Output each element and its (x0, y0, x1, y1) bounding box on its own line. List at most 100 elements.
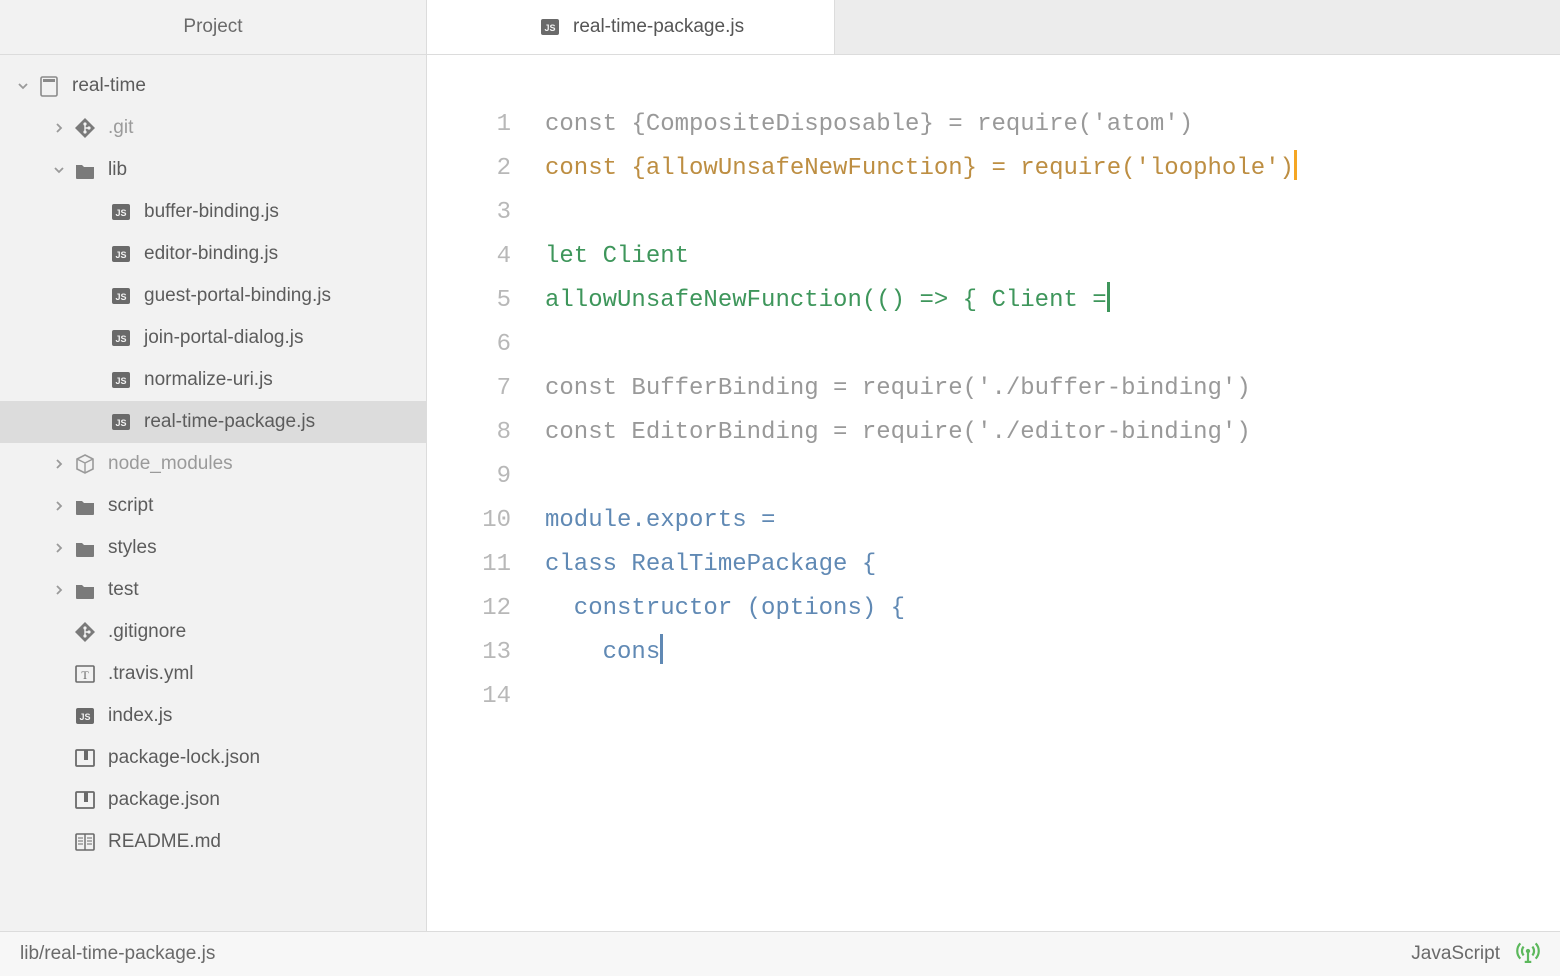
tree-item-label: .git (108, 107, 133, 149)
code-line[interactable] (545, 455, 1560, 499)
tree-item-label: real-time-package.js (144, 401, 315, 443)
line-number: 9 (427, 455, 511, 499)
tree-item[interactable]: test (0, 569, 426, 611)
remote-cursor (1107, 282, 1110, 312)
line-number-gutter: 1234567891011121314 (427, 103, 545, 931)
remote-cursor (660, 634, 663, 664)
code-token: const {CompositeDisposable} = require('a… (545, 111, 1193, 138)
code-token: allowUnsafeNewFunction(() => { Client = (545, 287, 1107, 314)
code-line[interactable]: module.exports = (545, 499, 1560, 543)
line-number: 2 (427, 147, 511, 191)
line-number: 1 (427, 103, 511, 147)
js-icon (537, 14, 563, 40)
code-token: let Client (545, 243, 689, 270)
js-icon (108, 367, 134, 393)
line-number: 13 (427, 631, 511, 675)
npm-icon (72, 745, 98, 771)
js-icon (108, 325, 134, 351)
code-token: const EditorBinding = require('./editor-… (545, 419, 1251, 446)
tree-item[interactable]: normalize-uri.js (0, 359, 426, 401)
code-line[interactable]: cons (545, 631, 1560, 675)
tab-bar[interactable]: real-time-package.js (427, 0, 1560, 55)
tree-item-label: package-lock.json (108, 737, 260, 779)
tree-item[interactable]: package.json (0, 779, 426, 821)
tree-item-label: buffer-binding.js (144, 191, 279, 233)
tree-item[interactable]: join-portal-dialog.js (0, 317, 426, 359)
code-line[interactable]: constructor (options) { (545, 587, 1560, 631)
tree-item-label: guest-portal-binding.js (144, 275, 331, 317)
tree-item[interactable]: package-lock.json (0, 737, 426, 779)
code-line[interactable]: const {CompositeDisposable} = require('a… (545, 103, 1560, 147)
git-icon (72, 115, 98, 141)
code-token: const {allowUnsafeNewFunction} = require… (545, 155, 1294, 182)
tree-item[interactable]: .travis.yml (0, 653, 426, 695)
code-token: constructor (options) { (545, 595, 905, 622)
js-icon (72, 703, 98, 729)
code-line[interactable] (545, 191, 1560, 235)
tree-item-label: package.json (108, 779, 220, 821)
teletype-antenna-icon[interactable] (1516, 939, 1540, 969)
tree-item[interactable]: real-time (0, 65, 426, 107)
tree-item[interactable]: node_modules (0, 443, 426, 485)
project-tree[interactable]: real-time.gitlib buffer-binding.jseditor-… (0, 55, 426, 931)
tree-item[interactable]: script (0, 485, 426, 527)
code-token: const BufferBinding = require('./buffer-… (545, 375, 1251, 402)
project-sidebar: Project real-time.gitlibbuffer-binding.j… (0, 0, 427, 931)
code-line[interactable]: const BufferBinding = require('./buffer-… (545, 367, 1560, 411)
chevron-right-icon[interactable] (52, 585, 66, 595)
tree-item[interactable]: .gitignore (0, 611, 426, 653)
tree-item[interactable]: real-time-package.js (0, 401, 426, 443)
chevron-right-icon[interactable] (52, 459, 66, 469)
status-file-path[interactable]: lib/real-time-package.js (20, 943, 215, 965)
line-number: 12 (427, 587, 511, 631)
code-line[interactable] (545, 675, 1560, 719)
tree-item[interactable]: guest-portal-binding.js (0, 275, 426, 317)
chevron-right-icon[interactable] (52, 501, 66, 511)
code-lines[interactable]: const {CompositeDisposable} = require('a… (545, 103, 1560, 931)
chevron-down-icon[interactable] (16, 81, 30, 91)
code-line[interactable]: class RealTimePackage { (545, 543, 1560, 587)
line-number: 4 (427, 235, 511, 279)
tree-item-label: lib (108, 149, 127, 191)
npm-icon (72, 787, 98, 813)
tree-item-label: join-portal-dialog.js (144, 317, 303, 359)
js-icon (108, 409, 134, 435)
status-grammar[interactable]: JavaScript (1411, 943, 1500, 965)
code-line[interactable]: allowUnsafeNewFunction(() => { Client = (545, 279, 1560, 323)
chevron-down-icon[interactable] (52, 165, 66, 175)
chevron-right-icon[interactable] (52, 123, 66, 133)
code-line[interactable]: const {allowUnsafeNewFunction} = require… (545, 147, 1560, 191)
tree-item-label: normalize-uri.js (144, 359, 273, 401)
tree-item-label: .gitignore (108, 611, 186, 653)
chevron-right-icon[interactable] (52, 543, 66, 553)
repo-icon (36, 73, 62, 99)
tree-item-label: .travis.yml (108, 653, 194, 695)
code-line[interactable]: let Client (545, 235, 1560, 279)
code-line[interactable]: const EditorBinding = require('./editor-… (545, 411, 1560, 455)
code-line[interactable] (545, 323, 1560, 367)
tree-item[interactable]: lib (0, 149, 426, 191)
tree-item[interactable]: editor-binding.js (0, 233, 426, 275)
tree-item[interactable]: index.js (0, 695, 426, 737)
tree-item-label: test (108, 569, 139, 611)
code-area[interactable]: 1234567891011121314 const {CompositeDisp… (427, 55, 1560, 931)
line-number: 3 (427, 191, 511, 235)
folder-icon (72, 493, 98, 519)
code-token: cons (545, 639, 660, 666)
tree-item[interactable]: buffer-binding.js (0, 191, 426, 233)
main-area: Project real-time.gitlibbuffer-binding.j… (0, 0, 1560, 931)
editor-tab[interactable]: real-time-package.js (427, 0, 835, 54)
tree-item[interactable]: README.md (0, 821, 426, 863)
tree-item-label: real-time (72, 65, 146, 107)
tree-item-label: editor-binding.js (144, 233, 278, 275)
travis-icon (72, 661, 98, 687)
js-icon (108, 241, 134, 267)
status-bar: lib/real-time-package.js JavaScript (0, 931, 1560, 976)
tree-item[interactable]: styles (0, 527, 426, 569)
tree-item[interactable]: .git (0, 107, 426, 149)
tree-item-label: README.md (108, 821, 221, 863)
code-token: module.exports = (545, 507, 775, 534)
line-number: 14 (427, 675, 511, 719)
folder-icon (72, 577, 98, 603)
line-number: 5 (427, 279, 511, 323)
